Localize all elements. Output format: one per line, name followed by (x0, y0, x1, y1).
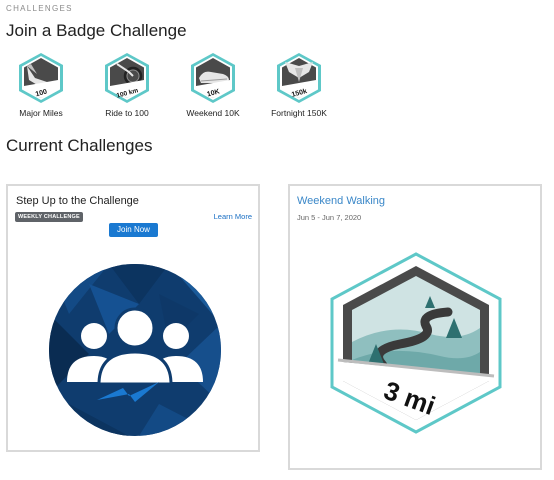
bicycle-icon: 100 km (105, 53, 149, 103)
challenge-card-step-up[interactable]: Step Up to the Challenge WEEKLY CHALLENG… (6, 184, 260, 452)
join-now-button[interactable]: Join Now (109, 223, 158, 237)
card-title: Step Up to the Challenge (16, 195, 139, 207)
weekly-challenge-badge: WEEKLY CHALLENGE (15, 212, 83, 222)
learn-more-link[interactable]: Learn More (214, 212, 252, 221)
current-challenges-heading: Current Challenges (6, 136, 153, 155)
badge-label: Major Miles (19, 108, 63, 118)
challenge-card-weekend-walking[interactable]: Weekend Walking Jun 5 - Jun 7, 2020 3 mi (288, 184, 542, 470)
breadcrumb[interactable]: CHALLENGES (6, 4, 73, 13)
badge-label: Weekend 10K (186, 108, 240, 118)
winged-emblem-icon: 150k (277, 53, 321, 103)
winged-shoe-icon: 100 (19, 53, 63, 103)
card-title[interactable]: Weekend Walking (297, 195, 385, 207)
badge-label: Ride to 100 (105, 108, 149, 118)
group-people-icon (49, 264, 221, 436)
badge-label: Fortnight 150K (271, 108, 327, 118)
winding-road-badge-icon: 3 mi (330, 252, 502, 434)
badge-weekend-10k[interactable]: 10K Weekend 10K (170, 52, 256, 118)
badge-major-miles[interactable]: 100 Major Miles (0, 52, 84, 118)
join-badge-heading: Join a Badge Challenge (6, 21, 187, 40)
challenge-dates: Jun 5 - Jun 7, 2020 (297, 213, 362, 222)
badge-fortnight-150k[interactable]: 150k Fortnight 150K (256, 52, 342, 118)
badge-ride-to-100[interactable]: 100 km Ride to 100 (84, 52, 170, 118)
running-shoe-icon: 10K (191, 53, 235, 103)
